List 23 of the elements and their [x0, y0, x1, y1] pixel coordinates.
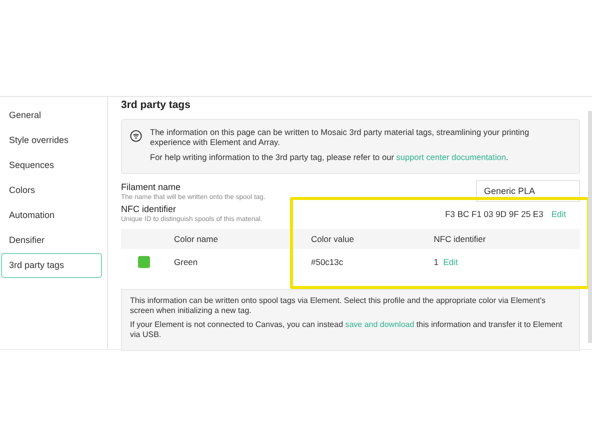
table-cell: Green: [174, 257, 198, 268]
nfc-value: F3 BC F1 03 9D 9F 25 E3: [445, 208, 544, 219]
sidebar-item[interactable]: 3rd party tags: [1, 253, 102, 278]
column-header: NFC identifier: [432, 229, 580, 250]
help-text: For help writing information to the 3rd party tag, please refer to our support center documentation.: [150, 152, 510, 162]
column-header: Color name: [173, 229, 310, 250]
field-label: NFC identifier: [121, 204, 178, 214]
table-cell: #50c13c: [311, 257, 344, 268]
sidebar-item[interactable]: Automation: [1, 203, 102, 228]
sidebar-item[interactable]: Colors: [1, 178, 102, 203]
table-cell: 1: [434, 257, 438, 268]
sidebar-item[interactable]: Style overrides: [1, 128, 102, 153]
sidebar-item[interactable]: General: [1, 103, 102, 128]
sidebar-item[interactable]: Densifier: [1, 228, 102, 253]
field-label: Filament name: [121, 182, 182, 192]
note-text: If your Element is not connected to Canvas, you can instead save and download this information and transfer it to Element via USB.: [130, 320, 564, 340]
info-text: The information on this page can be written to Mosaic 3rd party material tags, streamlining your printing experience with Element and Array.: [150, 127, 530, 148]
sidebar-item[interactable]: Sequences: [1, 153, 102, 178]
scrollbar[interactable]: [588, 111, 592, 343]
note-text: This information can be written onto spool tags via Element. Select this profile and the appropriate color via Element's screen when initializing a new tag.: [130, 296, 547, 316]
section-title: 3rd party tags: [121, 99, 192, 111]
column-header: Color value: [310, 229, 433, 250]
wifi-icon: [130, 130, 142, 142]
